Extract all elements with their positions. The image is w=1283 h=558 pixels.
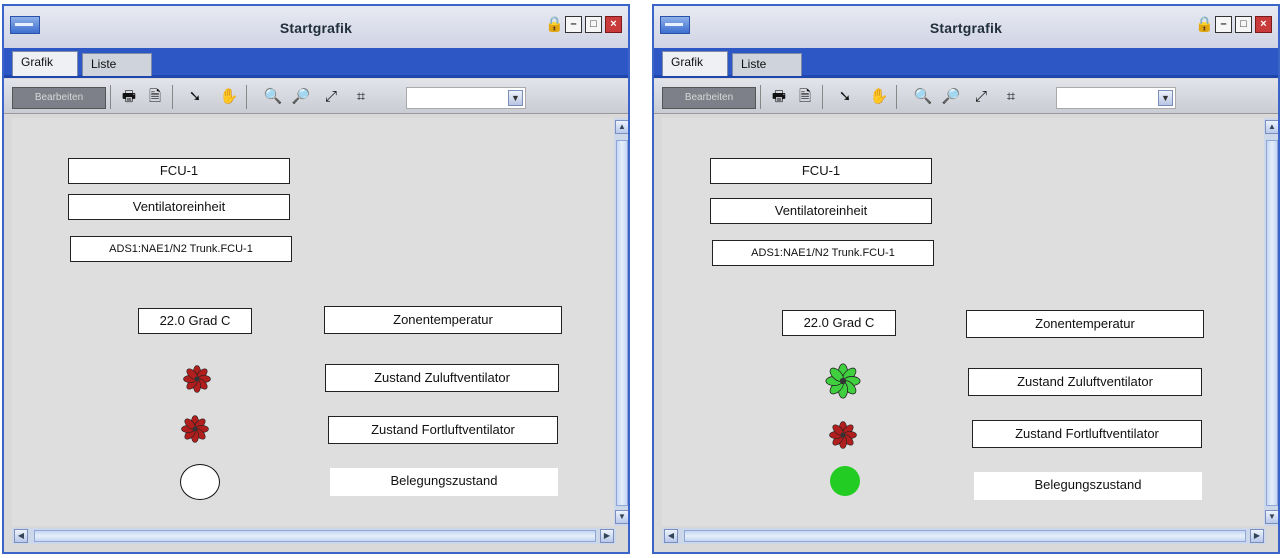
pointer-icon[interactable]: ➘ — [834, 86, 856, 108]
tab-bar: Grafik Liste — [654, 48, 1278, 78]
supply-fan-label: Zustand Zuluftventilator — [325, 364, 559, 392]
graphic-window-left: Startgrafik 🔒 – □ × Grafik Liste Bearbei… — [2, 4, 630, 554]
fan-hub — [839, 377, 847, 385]
occupancy-label: Belegungszustand — [974, 472, 1202, 500]
toolbar-separator — [822, 85, 823, 109]
window-title: Startgrafik — [929, 20, 1003, 36]
graphic-canvas[interactable]: FCU-1 Ventilatoreinheit ADS1:NAE1/N2 Tru… — [12, 118, 614, 526]
device-name-label: FCU-1 — [710, 158, 932, 184]
edit-mode-button[interactable]: Bearbeiten — [12, 87, 106, 109]
occupancy-status-indicator[interactable] — [830, 466, 860, 496]
zoom-level-select[interactable]: ▼ — [1056, 87, 1176, 109]
minimize-icon[interactable]: – — [1215, 16, 1232, 33]
exhaust-fan-label: Zustand Fortluftventilator — [972, 420, 1202, 448]
title-bar[interactable]: Startgrafik 🔒 – □ × — [654, 6, 1278, 48]
occupancy-status-indicator[interactable] — [180, 464, 220, 500]
zoom-reset-icon[interactable]: ⌗ — [350, 86, 372, 108]
toolbar-separator — [246, 85, 247, 109]
pointer-icon[interactable]: ➘ — [184, 86, 206, 108]
vertical-scrollbar[interactable]: ▲ ▼ — [1264, 118, 1278, 526]
zoom-out-icon[interactable]: 🔍 — [912, 86, 934, 108]
device-type-label: Ventilatoreinheit — [68, 194, 290, 220]
maximize-icon[interactable]: □ — [1235, 16, 1252, 33]
print-icon[interactable]: 🖶 — [768, 86, 790, 108]
toolbar-separator — [896, 85, 897, 109]
pan-hand-icon[interactable]: ✋ — [218, 86, 240, 108]
edit-mode-button[interactable]: Bearbeiten — [662, 87, 756, 109]
fan-hub — [840, 432, 846, 438]
scroll-up-icon[interactable]: ▲ — [615, 120, 628, 134]
toolbar: Bearbeiten 🖶 🗎 ➘ ✋ 🔍 🔎 ⤢ ⌗ ▼ — [4, 79, 628, 114]
print-preview-icon[interactable]: 🗎 — [144, 86, 166, 108]
scroll-thumb[interactable] — [34, 530, 596, 542]
tab-grafik[interactable]: Grafik — [12, 51, 78, 76]
maximize-icon[interactable]: □ — [585, 16, 602, 33]
tab-grafik[interactable]: Grafik — [662, 51, 728, 76]
zoom-out-icon[interactable]: 🔍 — [262, 86, 284, 108]
tab-liste[interactable]: Liste — [732, 53, 802, 76]
print-preview-icon[interactable]: 🗎 — [794, 86, 816, 108]
zoom-in-icon[interactable]: 🔎 — [290, 86, 312, 108]
graphic-canvas[interactable]: FCU-1 Ventilatoreinheit ADS1:NAE1/N2 Tru… — [662, 118, 1264, 526]
tab-bar: Grafik Liste — [4, 48, 628, 78]
fan-hub — [192, 426, 198, 432]
exhaust-fan-label: Zustand Fortluftventilator — [328, 416, 558, 444]
zone-temperature-label: Zonentemperatur — [324, 306, 562, 334]
tab-liste[interactable]: Liste — [82, 53, 152, 76]
exhaust-fan-status-icon[interactable] — [828, 420, 858, 450]
scroll-left-icon[interactable]: ◀ — [14, 529, 28, 543]
zoom-fit-icon[interactable]: ⤢ — [320, 86, 342, 108]
scroll-right-icon[interactable]: ▶ — [1250, 529, 1264, 543]
device-path-label: ADS1:NAE1/N2 Trunk.FCU-1 — [70, 236, 292, 262]
device-type-label: Ventilatoreinheit — [710, 198, 932, 224]
toolbar-separator — [172, 85, 173, 109]
device-name-label: FCU-1 — [68, 158, 290, 184]
vertical-scrollbar[interactable]: ▲ ▼ — [614, 118, 628, 526]
fan-hub — [194, 376, 200, 382]
print-icon[interactable]: 🖶 — [118, 86, 140, 108]
lock-icon[interactable]: 🔒 — [545, 16, 564, 33]
chevron-down-icon[interactable]: ▼ — [508, 90, 523, 106]
scroll-down-icon[interactable]: ▼ — [615, 510, 628, 524]
close-icon[interactable]: × — [605, 16, 622, 33]
zoom-level-select[interactable]: ▼ — [406, 87, 526, 109]
exhaust-fan-status-icon[interactable] — [180, 414, 210, 444]
minimize-icon[interactable]: – — [565, 16, 582, 33]
supply-fan-status-icon[interactable] — [824, 362, 862, 400]
zoom-fit-icon[interactable]: ⤢ — [970, 86, 992, 108]
title-bar[interactable]: Startgrafik 🔒 – □ × — [4, 6, 628, 48]
zone-temperature-value: 22.0 Grad C — [138, 308, 252, 334]
lock-icon[interactable]: 🔒 — [1195, 16, 1214, 33]
scroll-up-icon[interactable]: ▲ — [1265, 120, 1278, 134]
occupancy-label: Belegungszustand — [330, 468, 558, 496]
toolbar: Bearbeiten 🖶 🗎 ➘ ✋ 🔍 🔎 ⤢ ⌗ ▼ — [654, 79, 1278, 114]
supply-fan-status-icon[interactable] — [182, 364, 212, 394]
toolbar-separator — [110, 85, 111, 109]
horizontal-scrollbar[interactable]: ◀ ▶ — [662, 528, 1266, 544]
scroll-thumb[interactable] — [1266, 140, 1278, 506]
scroll-thumb[interactable] — [616, 140, 628, 506]
toolbar-separator — [760, 85, 761, 109]
zone-temperature-label: Zonentemperatur — [966, 310, 1204, 338]
chevron-down-icon[interactable]: ▼ — [1158, 90, 1173, 106]
graphic-window-right: Startgrafik 🔒 – □ × Grafik Liste Bearbei… — [652, 4, 1280, 554]
zoom-in-icon[interactable]: 🔎 — [940, 86, 962, 108]
device-path-label: ADS1:NAE1/N2 Trunk.FCU-1 — [712, 240, 934, 266]
horizontal-scrollbar[interactable]: ◀ ▶ — [12, 528, 616, 544]
scroll-down-icon[interactable]: ▼ — [1265, 510, 1278, 524]
zone-temperature-value: 22.0 Grad C — [782, 310, 896, 336]
supply-fan-label: Zustand Zuluftventilator — [968, 368, 1202, 396]
zoom-reset-icon[interactable]: ⌗ — [1000, 86, 1022, 108]
window-title: Startgrafik — [279, 20, 353, 36]
scroll-left-icon[interactable]: ◀ — [664, 529, 678, 543]
scroll-right-icon[interactable]: ▶ — [600, 529, 614, 543]
scroll-thumb[interactable] — [684, 530, 1246, 542]
close-icon[interactable]: × — [1255, 16, 1272, 33]
pan-hand-icon[interactable]: ✋ — [868, 86, 890, 108]
